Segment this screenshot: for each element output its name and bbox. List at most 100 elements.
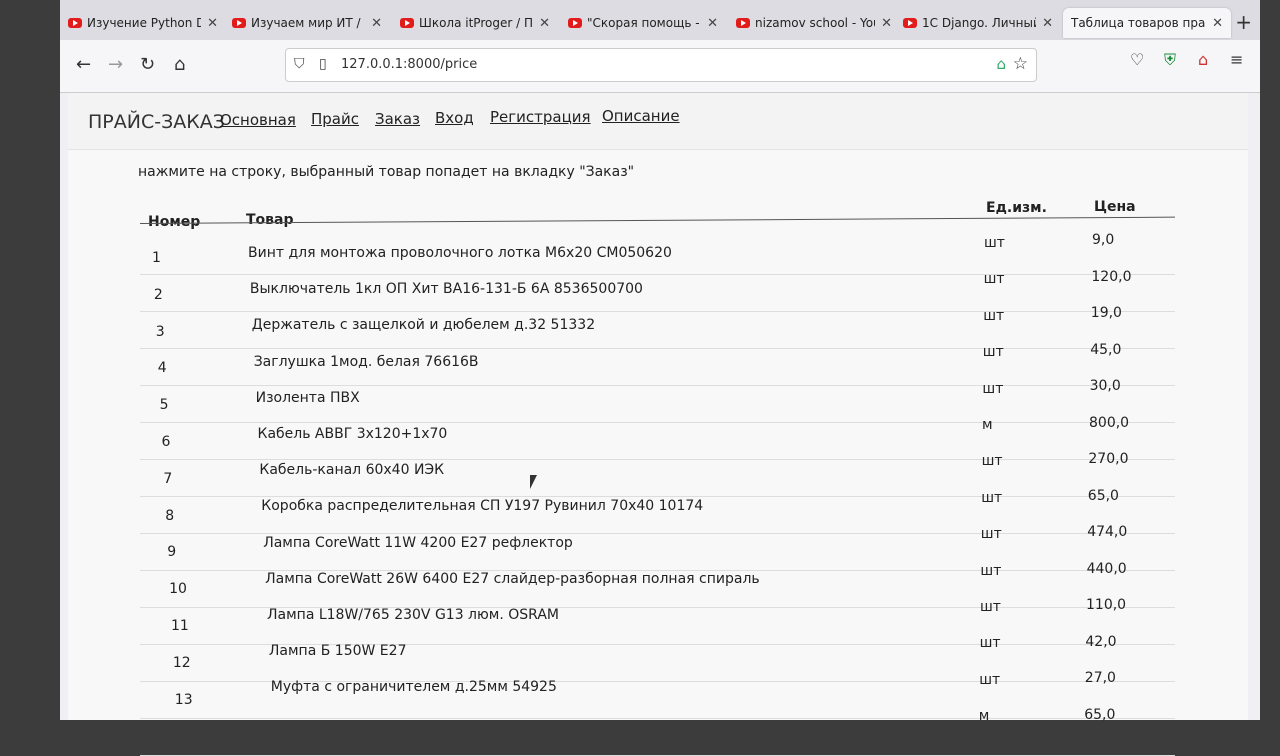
menu-link-description[interactable]: Описание	[602, 107, 680, 125]
youtube-icon	[68, 18, 82, 28]
reload-icon[interactable]: ↻	[140, 54, 155, 75]
row-unit: шт	[980, 562, 1002, 579]
table-row[interactable]: 2 Выключатель 1кл ОП Хит ВА16-131-Б 6А 85…	[68, 269, 1248, 312]
row-product-name: Лампа Б 150W E27	[268, 643, 407, 660]
browser-tab[interactable]: nizamov school - You ✕	[736, 8, 892, 38]
mouse-cursor-icon	[530, 475, 543, 489]
close-tab-icon[interactable]: ✕	[1212, 16, 1223, 31]
row-product-name: Изолента ПВХ	[255, 389, 360, 406]
row-unit: шт	[983, 307, 1005, 324]
menu-link-main[interactable]: Основная	[220, 111, 296, 129]
browser-tab[interactable]: Школа itProger / Пр ✕	[400, 8, 550, 38]
row-price: 800,0	[1089, 414, 1130, 431]
tab-title: Таблица товаров прайс	[1071, 16, 1207, 30]
table-row[interactable]: 5 Изолента ПВХ шт 30,0	[68, 378, 1248, 423]
page-content: ПРАЙС-ЗАКАЗ Основная Прайс Заказ Вход Ре…	[68, 93, 1248, 756]
row-product-name: Кабель-канал 60х40 ИЭК	[259, 462, 445, 479]
row-number: 11	[171, 618, 189, 634]
row-number: 2	[153, 286, 163, 303]
browser-window: Изучение Python Dj ✕ Изучаем мир ИТ / О …	[60, 0, 1260, 756]
tab-title: nizamov school - You	[755, 16, 876, 30]
address-bar[interactable]: ⛉ ▯ 127.0.0.1:8000/price ⌂ ☆	[285, 48, 1037, 82]
row-product-name: Коробка распределительная СП У197 Рувини…	[261, 498, 704, 515]
row-unit: шт	[983, 271, 1005, 288]
table-row[interactable]: 8 Коробка распределительная СП У197 Рувин…	[68, 488, 1248, 534]
row-product-name: Лампа CoreWatt 11W 4200 E27 рефлектор	[263, 534, 573, 551]
extension-shield-icon[interactable]: ⛨	[1164, 50, 1176, 70]
row-price: 120,0	[1091, 268, 1132, 285]
close-tab-icon[interactable]: ✕	[539, 16, 550, 31]
menu-icon[interactable]: ≡	[1230, 50, 1243, 69]
row-price: 440,0	[1086, 560, 1127, 577]
hint-text: нажмите на строку, выбранный товар попад…	[138, 164, 635, 180]
table-row[interactable]: 4 Заглушка 1мод. белая 76616В шт 45,0	[68, 342, 1248, 386]
row-price: 9,0	[1092, 232, 1115, 248]
row-number: 13	[174, 691, 193, 708]
row-unit: шт	[981, 489, 1003, 506]
table-row[interactable]: 12 Лампа Б 150W E27 шт 42,0	[68, 634, 1248, 682]
menu-link-login[interactable]: Вход	[435, 109, 474, 127]
youtube-icon	[232, 18, 246, 28]
row-price: 19,0	[1090, 305, 1122, 321]
row-number: 4	[157, 360, 167, 377]
row-price: 474,0	[1087, 524, 1128, 540]
menu-link-register[interactable]: Регистрация	[490, 108, 591, 126]
page-icon: ▯	[319, 56, 327, 72]
site-navbar: ПРАЙС-ЗАКАЗ Основная Прайс Заказ Вход Ре…	[68, 93, 1248, 150]
row-number: 5	[159, 397, 169, 414]
row-number: 8	[165, 507, 175, 524]
table-row[interactable]: 1 Винт для монтожа проволочного лотка М6х…	[68, 232, 1248, 275]
site-brand[interactable]: ПРАЙС-ЗАКАЗ	[88, 111, 225, 133]
row-unit: шт	[980, 526, 1002, 543]
browser-tab[interactable]: Изучение Python Dj ✕	[68, 8, 218, 38]
close-tab-icon[interactable]: ✕	[881, 16, 892, 31]
home-icon[interactable]: ⌂	[174, 54, 185, 75]
close-tab-icon[interactable]: ✕	[207, 16, 218, 31]
row-product-name: Держатель с защелкой и дюбелем д.32 5133…	[251, 317, 596, 334]
forward-arrow-icon[interactable]: →	[108, 54, 123, 75]
youtube-icon	[568, 18, 582, 28]
pocket-icon[interactable]: ♡	[1130, 50, 1144, 69]
table-row[interactable]: 7 Кабель-канал 60х40 ИЭК шт 270,0	[68, 451, 1248, 497]
header-divider	[139, 216, 1175, 224]
row-unit: шт	[984, 235, 1005, 251]
tab-title: 1С Django. Личный	[922, 16, 1037, 30]
house-extension-icon[interactable]: ⌂	[996, 55, 1006, 73]
row-number: 3	[155, 323, 165, 340]
table-row[interactable]: 11 Лампа L18W/765 230V G13 люм. OSRAM шт 11…	[68, 597, 1248, 645]
row-price: 30,0	[1089, 378, 1121, 394]
row-number: 9	[167, 544, 177, 561]
table-row[interactable]: 9 Лампа CoreWatt 11W 4200 E27 рефлектор шт…	[68, 524, 1248, 571]
close-tab-icon[interactable]: ✕	[707, 16, 718, 31]
browser-tab[interactable]: "Скорая помощь - 2 ✕	[568, 8, 718, 38]
menu-link-order[interactable]: Заказ	[375, 110, 420, 128]
browser-tab[interactable]: 1С Django. Личный ✕	[903, 8, 1053, 38]
col-header-price: Цена	[1094, 199, 1136, 215]
table-row[interactable]: 10 Лампа CoreWatt 26W 6400 E27 слайдер-ра…	[68, 561, 1248, 608]
tab-title: Изучение Python Dj	[87, 16, 202, 30]
row-price: 270,0	[1088, 451, 1129, 467]
url-text[interactable]: 127.0.0.1:8000/price	[341, 57, 477, 72]
row-price: 110,0	[1086, 597, 1127, 613]
shield-icon[interactable]: ⛉	[294, 56, 305, 72]
table-row[interactable]: м 65,0	[68, 707, 1248, 756]
back-arrow-icon[interactable]: ←	[76, 54, 91, 75]
browser-tab-active[interactable]: Таблица товаров прайс ✕	[1063, 8, 1231, 38]
extension-home-icon[interactable]: ⌂	[1198, 50, 1208, 69]
close-tab-icon[interactable]: ✕	[371, 16, 382, 31]
row-unit: шт	[982, 380, 1004, 397]
browser-tab[interactable]: Изучаем мир ИТ / О ✕	[232, 8, 382, 38]
table-row[interactable]: 13 Муфта с ограничителем д.25мм 54925 шт 27…	[68, 670, 1248, 719]
table-row[interactable]: 6 Кабель АВВГ 3х120+1х70 м 800,0	[68, 415, 1248, 460]
row-unit: шт	[980, 599, 1001, 615]
menu-link-price[interactable]: Прайс	[311, 110, 359, 128]
close-tab-icon[interactable]: ✕	[1042, 16, 1053, 31]
bookmark-star-icon[interactable]: ☆	[1013, 54, 1028, 74]
row-number: 7	[163, 470, 173, 487]
youtube-icon	[400, 18, 414, 28]
row-product-name: Лампа L18W/765 230V G13 люм. OSRAM	[267, 607, 559, 623]
table-row[interactable]: 3 Держатель с защелкой и дюбелем д.32 513…	[68, 305, 1248, 349]
row-number: 6	[161, 434, 171, 450]
new-tab-icon[interactable]: +	[1235, 10, 1252, 34]
navigation-toolbar: ← → ↻ ⌂ ⛉ ▯ 127.0.0.1:8000/price ⌂ ☆ ♡ ⛨…	[60, 40, 1260, 93]
